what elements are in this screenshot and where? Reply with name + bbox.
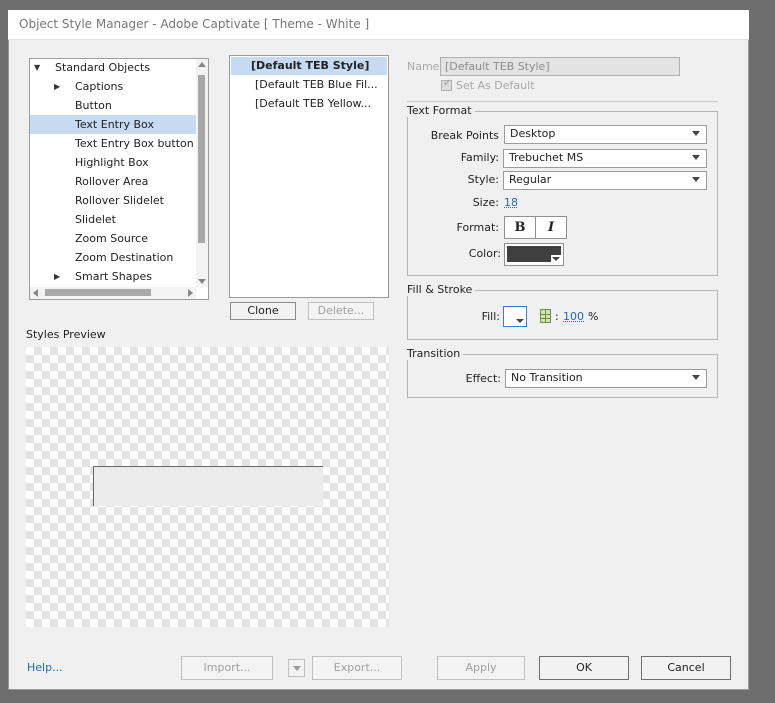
effect-select[interactable]: No Transition: [505, 369, 707, 388]
export-button[interactable]: Export...: [312, 656, 402, 680]
import-export-dropdown[interactable]: [288, 659, 305, 677]
style-list-item[interactable]: [Default TEB Blue Fil...: [231, 76, 387, 94]
tree-vertical-scrollbar[interactable]: [196, 59, 208, 287]
size-value[interactable]: 18: [504, 196, 518, 209]
fill-color-picker[interactable]: [503, 306, 527, 327]
opacity-value[interactable]: 100: [563, 310, 584, 323]
opacity-unit: %: [588, 310, 599, 323]
scroll-right-icon[interactable]: [188, 289, 193, 297]
style-label: Style:: [467, 173, 499, 186]
preview-text-entry-box: [93, 466, 323, 506]
tree-item-label: Button: [75, 99, 112, 112]
chevron-down-icon: [692, 131, 700, 136]
tree-item[interactable]: Button: [30, 96, 196, 115]
chevron-down-icon: [692, 375, 700, 380]
expand-right-icon[interactable]: ▶: [54, 77, 60, 96]
fill-stroke-title: Fill & Stroke: [407, 283, 476, 296]
bold-button[interactable]: B: [505, 217, 536, 238]
help-link[interactable]: Help...: [27, 661, 63, 674]
tree-item-label: Slidelet: [75, 213, 116, 226]
cancel-button[interactable]: Cancel: [641, 656, 731, 680]
styles-list[interactable]: [Default TEB Style] [Default TEB Blue Fil…: [229, 55, 389, 298]
scroll-up-icon[interactable]: [198, 62, 206, 67]
fill-label: Fill:: [481, 310, 500, 323]
clone-button[interactable]: Clone: [230, 302, 296, 320]
style-value: Regular: [509, 173, 552, 186]
ok-button[interactable]: OK: [539, 656, 629, 680]
styles-preview-canvas: [26, 347, 389, 627]
effect-label: Effect:: [465, 372, 501, 385]
scroll-left-icon[interactable]: [33, 289, 38, 297]
apply-button[interactable]: Apply: [437, 656, 525, 680]
name-input[interactable]: [Default TEB Style]: [440, 57, 680, 76]
styles-preview-label: Styles Preview: [26, 328, 106, 341]
style-list-item[interactable]: [Default TEB Style]: [231, 57, 387, 75]
expand-down-icon[interactable]: ▼: [34, 59, 40, 77]
expand-right-icon[interactable]: ▶: [54, 267, 60, 286]
tree-item[interactable]: ▶ Smart Shapes: [30, 267, 196, 286]
tree-item[interactable]: Text Entry Box button: [30, 134, 196, 153]
check-icon: ✓: [443, 78, 452, 89]
color-picker[interactable]: [504, 243, 564, 266]
chevron-down-icon: [692, 177, 700, 182]
chevron-down-icon: [692, 155, 700, 160]
format-buttons: B I: [504, 216, 567, 239]
tree-item-label: Smart Shapes: [75, 270, 152, 283]
style-select[interactable]: Regular: [503, 171, 707, 190]
window-title: Object Style Manager - Adobe Captivate […: [8, 10, 749, 40]
transition-title: Transition: [407, 347, 464, 360]
tree-item-label: Rollover Slidelet: [75, 194, 164, 207]
tree-item-label: Text Entry Box button: [75, 137, 194, 150]
opacity-separator: :: [555, 310, 559, 323]
delete-button[interactable]: Delete...: [308, 302, 374, 320]
breakpoints-value: Desktop: [510, 127, 556, 140]
family-select[interactable]: Trebuchet MS: [503, 149, 707, 168]
tree-item[interactable]: Text Entry Box: [30, 115, 196, 134]
scroll-thumb[interactable]: [198, 75, 205, 243]
set-as-default-label: Set As Default: [456, 79, 535, 92]
text-format-title: Text Format: [407, 104, 475, 117]
style-list-item[interactable]: [Default TEB Yellow...: [231, 95, 387, 113]
family-label: Family:: [460, 151, 499, 164]
color-label: Color:: [468, 247, 501, 260]
tree-item[interactable]: Slidelet: [30, 210, 196, 229]
scroll-down-icon[interactable]: [198, 279, 206, 284]
tree-item[interactable]: Rollover Slidelet: [30, 191, 196, 210]
import-button[interactable]: Import...: [181, 656, 273, 680]
chevron-down-icon: [516, 319, 524, 323]
divider: [407, 101, 718, 102]
tree-horizontal-scrollbar[interactable]: [30, 287, 196, 299]
name-label: Name: [407, 60, 440, 73]
tree-item-label: Standard Objects: [55, 61, 151, 74]
tree-item[interactable]: Rollover Area: [30, 172, 196, 191]
effect-value: No Transition: [511, 371, 583, 384]
tree-item-label: Text Entry Box: [75, 118, 154, 131]
breakpoints-select[interactable]: Desktop: [504, 125, 707, 144]
tree-item-label: Zoom Destination: [75, 251, 174, 264]
opacity-icon: [540, 309, 551, 323]
breakpoints-label: Break Points: [430, 129, 499, 142]
tree-item[interactable]: ▼ Standard Objects: [30, 59, 196, 77]
set-as-default-checkbox[interactable]: ✓: [441, 78, 452, 91]
scroll-h-thumb[interactable]: [45, 289, 151, 296]
chevron-down-icon: [293, 666, 301, 671]
chevron-down-icon: [551, 255, 561, 263]
tree-item-label: Captions: [75, 80, 124, 93]
tree-item[interactable]: Highlight Box: [30, 153, 196, 172]
tree-item[interactable]: Zoom Source: [30, 229, 196, 248]
tree-item[interactable]: Zoom Destination: [30, 248, 196, 267]
tree-item[interactable]: ▶ Captions: [30, 77, 196, 96]
tree-item-label: Rollover Area: [75, 175, 149, 188]
size-label: Size:: [472, 196, 499, 209]
format-label: Format:: [456, 221, 499, 234]
tree-item-label: Highlight Box: [75, 156, 149, 169]
family-value: Trebuchet MS: [509, 151, 584, 164]
object-tree[interactable]: ▼ Standard Objects ▶ Captions Button Text Ent…: [29, 58, 209, 300]
tree-item-label: Zoom Source: [75, 232, 148, 245]
italic-button[interactable]: I: [536, 217, 566, 238]
